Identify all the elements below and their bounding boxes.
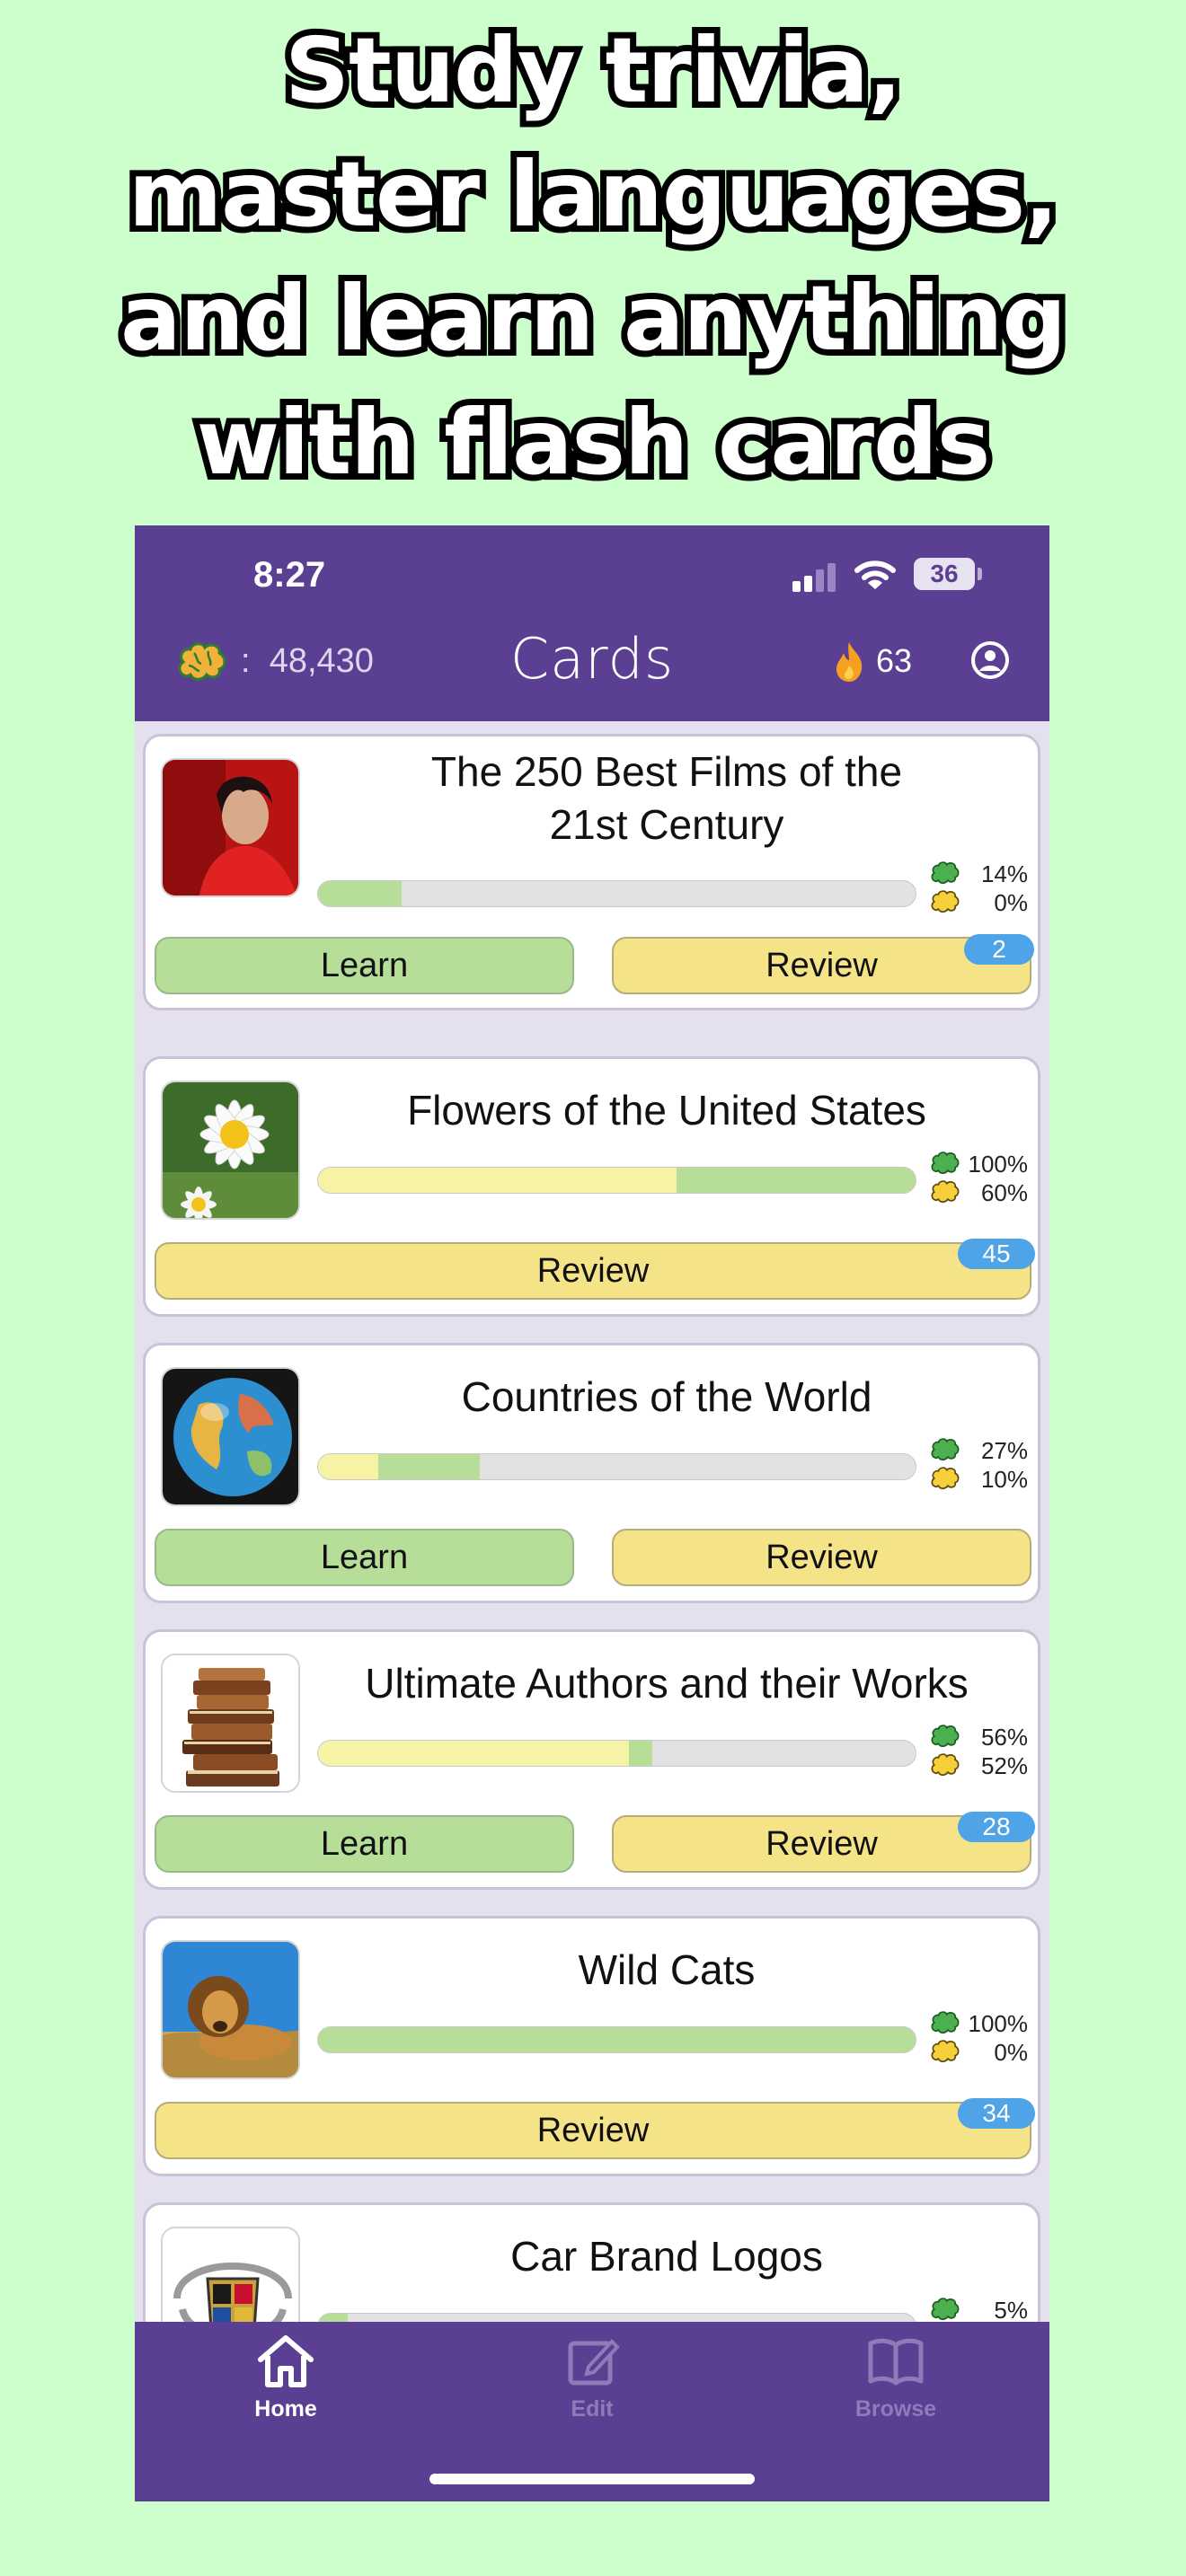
reviewed-percent: 60% [980,1179,1028,1206]
review-button[interactable]: Review [155,2102,1031,2159]
deck-title-line: 21st Century [549,801,784,848]
tab-edit-label: Edit [571,2396,614,2422]
learn-button[interactable]: Learn [155,937,574,994]
review-count-badge: 2 [964,934,1034,965]
flame-icon [836,642,863,682]
progress-reviewed [318,1168,677,1193]
deck-card[interactable]: Countries of the World 27% 10% Learn Rev… [143,1343,1040,1603]
page-title: Cards [509,626,675,692]
promo-headline: Study trivia, master languages, and lear… [0,9,1186,505]
review-count-badge: 45 [958,1239,1035,1269]
progress-learned [677,1168,916,1193]
deck-thumbnail [161,1940,300,2079]
tab-browse-label: Browse [854,2396,937,2422]
home-indicator [429,2474,755,2484]
deck-title: Countries of the World [461,1373,872,1420]
wifi-icon [854,560,896,589]
tab-home-label: Home [254,2396,317,2422]
streak-count: 63 [876,642,913,679]
progress-bar [317,1740,916,1767]
deck-thumbnail [161,2227,300,2322]
deck-title: Car Brand Logos [510,2233,823,2280]
tab-home[interactable]: Home [196,2333,376,2422]
reviewed-percent: 52% [980,1752,1028,1779]
progress-learned [318,881,403,906]
deck-list[interactable]: The 250 Best Films of the 21st Century 1… [135,721,1049,2322]
phone-screen: 8:27 36 : 48,430 Cards 63 The 250 Best F… [135,525,1049,2501]
brain-yellow-icon [931,1467,960,1490]
brain-green-icon [931,2298,960,2321]
book-icon [868,2338,924,2386]
progress-reviewed [318,1741,629,1766]
review-count-badge: 34 [958,2098,1035,2129]
brain-yellow-icon [931,890,960,913]
review-count-badge: 28 [958,1812,1035,1842]
learn-button[interactable]: Learn [155,1529,574,1586]
profile-icon[interactable] [970,640,1010,680]
progress-bar [317,1453,916,1480]
signal-icon [792,563,837,592]
progress-reviewed [318,1454,378,1479]
top-bar: 8:27 36 : 48,430 Cards 63 [135,525,1049,721]
progress-bar [317,1167,916,1194]
deck-thumbnail [161,758,300,897]
deck-card[interactable]: The 250 Best Films of the 21st Century 1… [143,734,1040,1010]
brain-yellow-icon [931,1180,960,1204]
progress-learned [318,2314,349,2322]
learned-percent: 56% [980,1724,1028,1751]
reviewed-percent: 10% [980,1466,1028,1493]
deck-card[interactable]: Wild Cats 100% 0% Review 34 [143,1916,1040,2176]
progress-bar [317,880,916,907]
tab-edit[interactable]: Edit [502,2333,682,2422]
deck-title: Ultimate Authors and their Works [365,1660,969,1707]
deck-thumbnail [161,1654,300,1793]
reviewed-percent: 0% [994,889,1028,916]
progress-learned [318,2027,916,2052]
progress-bar [317,2313,916,2322]
promo-headline-line: master languages, [122,136,1065,253]
review-button[interactable]: Review [155,1242,1031,1300]
deck-card[interactable]: Ultimate Authors and their Works 56% 52%… [143,1629,1040,1890]
deck-title: Wild Cats [578,1946,756,1993]
brain-green-icon [931,2011,960,2034]
brain-yellow-icon [931,1753,960,1777]
progress-learned [628,1741,653,1766]
deck-title: The 250 Best Films of the 21st Century [316,745,1017,851]
brain-green-icon [931,1725,960,1748]
brain-green-icon [931,861,960,885]
learn-button[interactable]: Learn [155,1815,574,1873]
home-icon [258,2335,314,2387]
status-time: 8:27 [253,555,326,595]
brain-green-icon [931,1151,960,1175]
progress-bar [317,2026,916,2053]
tab-browse[interactable]: Browse [806,2333,986,2422]
progress-learned [377,1454,480,1479]
learned-percent: 27% [980,1437,1028,1464]
promo-headline-line: and learn anything [114,260,1073,377]
brain-yellow-icon [931,2040,960,2063]
learned-percent: 100% [968,2010,1029,2037]
deck-card[interactable]: Car Brand Logos 5% 0% [143,2202,1040,2322]
deck-card[interactable]: Flowers of the United States 100% 60% Re… [143,1056,1040,1317]
review-button[interactable]: Review [612,1529,1031,1586]
promo-headline-line: Study trivia, [279,12,908,129]
deck-title-line: The 250 Best Films of the [430,748,903,795]
edit-icon [568,2339,620,2386]
deck-thumbnail [161,1081,300,1220]
deck-title: Flowers of the United States [407,1087,926,1134]
deck-thumbnail [161,1367,300,1506]
learned-percent: 100% [968,1151,1029,1178]
tab-bar: Home Edit Browse [135,2322,1049,2501]
learned-percent: 14% [980,860,1028,887]
promo-headline-line: with flash cards [190,384,996,501]
brain-green-icon [931,1438,960,1461]
reviewed-percent: 0% [994,2039,1028,2066]
battery-tip [978,568,982,580]
learned-percent: 5% [994,2297,1028,2322]
battery-icon: 36 [914,558,975,590]
